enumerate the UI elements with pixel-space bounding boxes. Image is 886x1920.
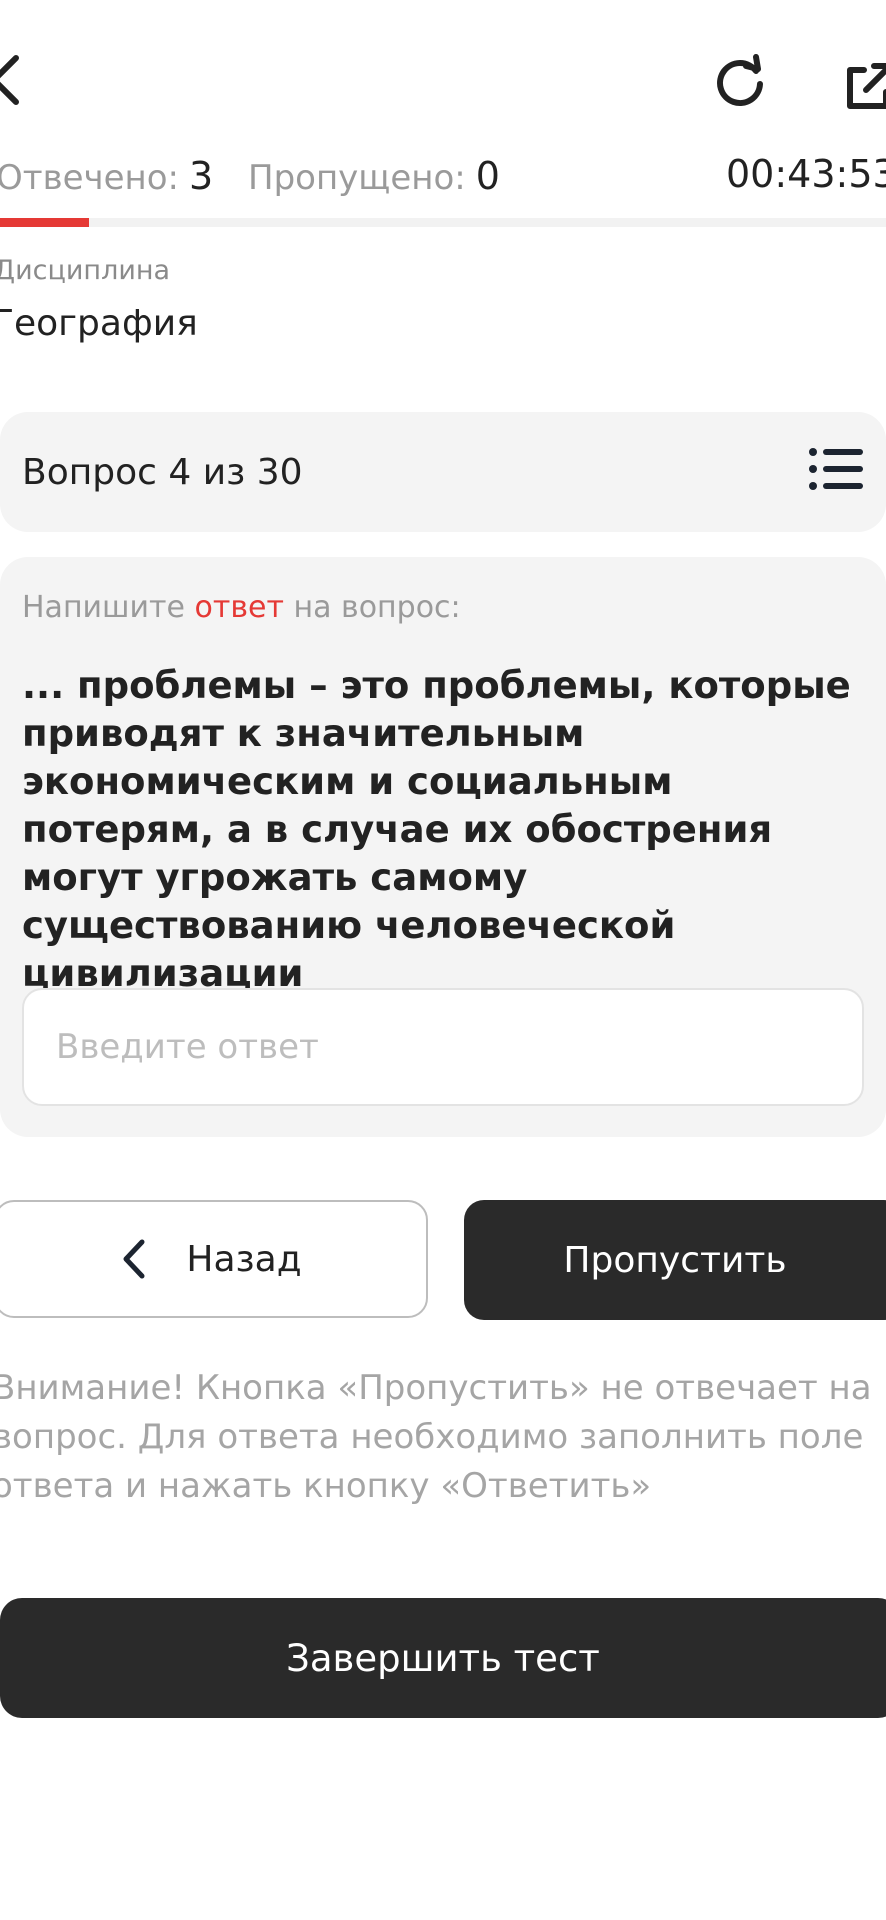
finish-button-label: Завершить тест xyxy=(286,1636,600,1680)
skipped-label: Пропущено: xyxy=(248,158,466,198)
timer: 00:43:53 xyxy=(726,152,886,196)
instruction-highlight: ответ xyxy=(194,590,284,625)
discipline-label: Дисциплина xyxy=(0,255,171,286)
answered-label: Отвечено: xyxy=(0,158,180,198)
skipped-value: 0 xyxy=(475,154,500,198)
warning-text: Внимание! Кнопка «Пропустить» не отвечае… xyxy=(0,1368,872,1506)
question-instruction: Напишите ответ на вопрос: xyxy=(22,590,461,625)
skip-button[interactable]: Пропустить xyxy=(464,1200,886,1320)
finish-test-button[interactable]: Завершить тест xyxy=(0,1598,886,1718)
share-icon[interactable] xyxy=(844,60,886,112)
list-icon[interactable] xyxy=(808,446,864,492)
answer-input[interactable] xyxy=(22,988,864,1106)
chevron-left-icon xyxy=(123,1239,145,1279)
question-text: ... проблемы – это проблемы, которые при… xyxy=(22,664,851,995)
instruction-after: на вопрос: xyxy=(283,590,461,625)
discipline-value: География xyxy=(0,303,198,344)
instruction-before: Напишите xyxy=(22,590,195,625)
answered-stat: Отвечено: 3 xyxy=(0,154,213,198)
back-button-label: Назад xyxy=(186,1238,302,1280)
back-button[interactable]: Назад xyxy=(0,1200,428,1318)
chevron-left-icon[interactable] xyxy=(0,50,26,110)
skipped-stat: Пропущено: 0 xyxy=(248,154,500,198)
progress-bar xyxy=(0,218,886,227)
answered-value: 3 xyxy=(189,154,214,198)
question-title: Вопрос 4 из 30 xyxy=(22,452,303,493)
progress-fill xyxy=(0,218,89,227)
refresh-icon[interactable] xyxy=(712,54,768,110)
skip-button-label: Пропустить xyxy=(563,1239,787,1281)
